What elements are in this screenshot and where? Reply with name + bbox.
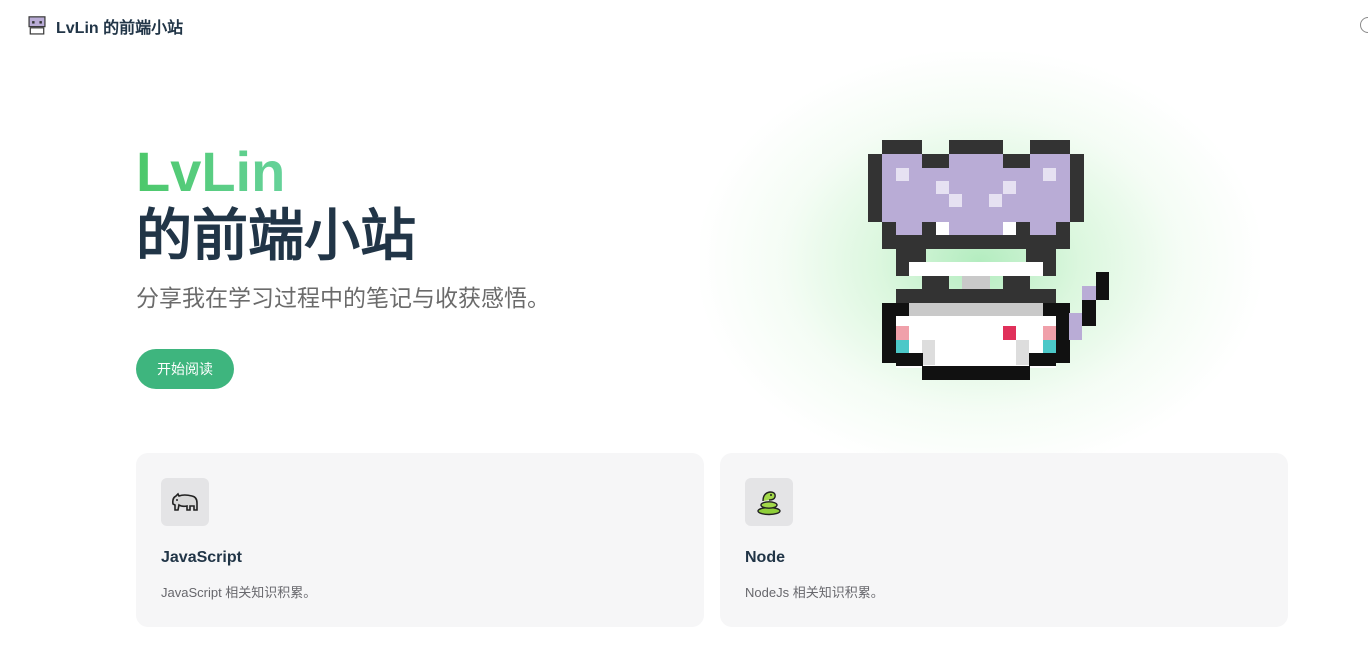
- hero-section: LvLin 的前端小站 分享我在学习过程中的笔记与收获感悟。 开始阅读: [0, 52, 1368, 472]
- appearance-toggle-icon[interactable]: [1360, 17, 1368, 33]
- hero-text: 的前端小站: [136, 204, 416, 267]
- feature-title: Node: [745, 549, 785, 566]
- feature-details: NodeJs 相关知识积累。: [745, 585, 884, 600]
- feature-title: JavaScript: [161, 549, 242, 566]
- feature-card-javascript[interactable]: JavaScript JavaScript 相关知识积累。: [136, 453, 704, 627]
- navbar: LvLin 的前端小站: [0, 0, 1368, 52]
- hero-name: LvLin: [136, 140, 286, 203]
- start-reading-button[interactable]: 开始阅读: [136, 349, 234, 389]
- rhinoceros-icon: [161, 478, 209, 526]
- feature-card-node[interactable]: Node NodeJs 相关知识积累。: [720, 453, 1288, 627]
- site-title[interactable]: LvLin 的前端小站: [56, 14, 183, 38]
- pixel-cat-mascot: [868, 140, 1109, 380]
- feature-details: JavaScript 相关知识积累。: [161, 585, 317, 600]
- snake-icon: [745, 478, 793, 526]
- pixel-cat-icon[interactable]: [26, 15, 48, 37]
- features-section: JavaScript JavaScript 相关知识积累。 Node NodeJ…: [136, 453, 1288, 627]
- hero-tagline: 分享我在学习过程中的笔记与收获感悟。: [136, 285, 550, 311]
